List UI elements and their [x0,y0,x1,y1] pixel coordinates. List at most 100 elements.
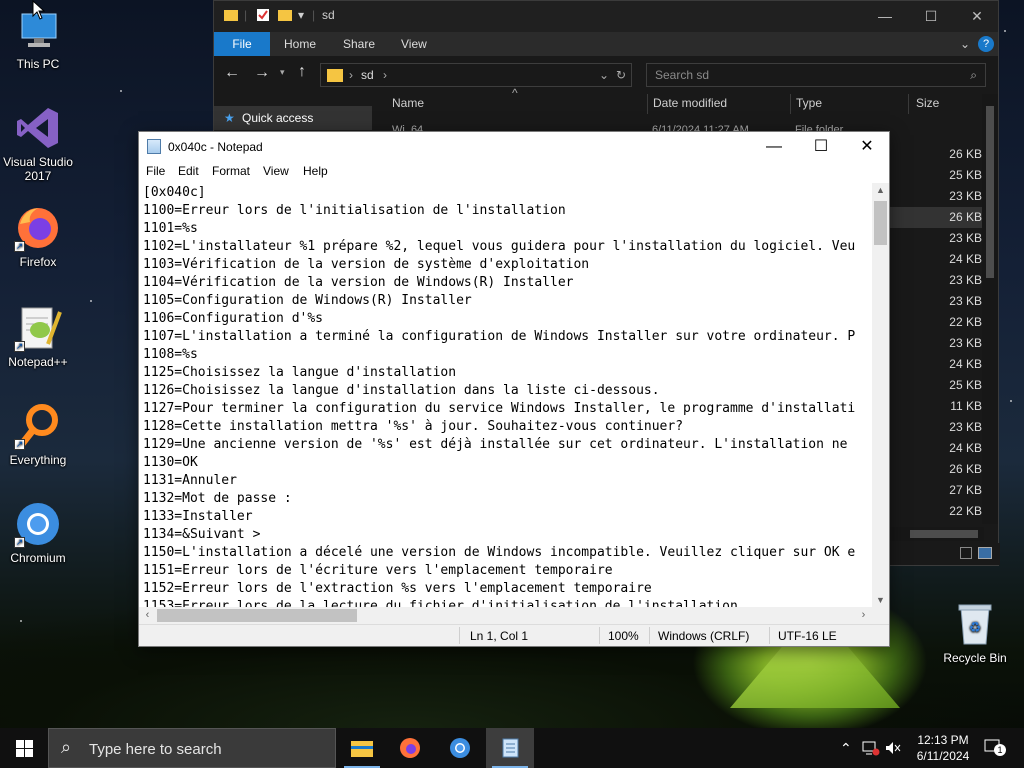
column-separator[interactable] [647,94,648,114]
notification-center-icon[interactable]: 1 [984,738,1006,758]
file-size-cell[interactable]: 25 KB [890,375,986,396]
notepad-window[interactable]: 0x040c - Notepad — ☐ ✕ File Edit Format … [138,131,890,647]
scroll-down-icon[interactable]: ▼ [872,595,889,605]
column-separator[interactable] [790,94,791,114]
details-view-icon[interactable] [960,547,972,559]
column-header-date[interactable]: Date modified [653,96,727,110]
scroll-left-icon[interactable]: ‹ [139,607,156,624]
refresh-icon[interactable]: ↻ [616,64,626,86]
explorer-horizontal-scrollbar[interactable] [874,527,984,541]
breadcrumb[interactable]: sd [361,68,374,82]
file-size-cell[interactable]: 23 KB [890,291,986,312]
back-arrow-icon[interactable]: ← [224,64,240,82]
explorer-search-input[interactable]: Search sd ⌕ [646,63,986,87]
taskbar-app-file-explorer[interactable] [338,728,386,768]
svg-text:♻: ♻ [969,620,982,636]
column-separator[interactable] [908,94,909,114]
file-size-cell[interactable]: 25 KB [890,165,986,186]
file-size-cell[interactable]: 22 KB [890,312,986,333]
notepad-vertical-scrollbar[interactable]: ▲ ▼ [872,183,889,607]
column-header-name[interactable]: Name [392,96,424,110]
menu-edit[interactable]: Edit [178,164,199,178]
taskbar-app-chromium[interactable] [436,728,484,768]
scrollbar-thumb[interactable] [986,106,994,278]
nav-item-quick-access[interactable]: ★ Quick access [214,106,372,130]
file-size-cell[interactable]: 11 KB [890,396,986,417]
desktop-icon-chromium[interactable]: ↗ Chromium [0,500,76,565]
close-button[interactable]: ✕ [844,132,890,161]
column-header-type[interactable]: Type [796,96,822,110]
recent-locations-icon[interactable]: ▾ [280,67,285,78]
close-button[interactable]: ✕ [954,1,1000,32]
menu-file[interactable]: File [146,164,165,178]
maximize-button[interactable]: ☐ [908,1,954,32]
tab-home[interactable]: Home [284,32,316,56]
customize-toolbar-icon[interactable]: ▾ [298,8,304,22]
file-size-cell[interactable]: 23 KB [890,186,986,207]
desktop-icon-notepad-plus-plus[interactable]: ↗ Notepad++ [0,304,76,369]
scroll-right-icon[interactable]: › [855,607,872,624]
explorer-titlebar[interactable]: | ▾ | sd — ☐ ✕ [214,1,998,32]
status-divider [769,627,770,644]
properties-icon[interactable] [256,8,270,25]
column-header-size[interactable]: Size [916,96,939,110]
taskbar-app-notepad[interactable] [486,728,534,768]
up-arrow-icon[interactable]: ↑ [298,63,306,81]
desktop-icon-label: This PC [16,57,60,71]
file-size-cell[interactable]: 26 KB [890,207,986,228]
file-size-cell[interactable]: 26 KB [890,459,986,480]
forward-arrow-icon[interactable]: → [254,64,270,82]
desktop-icon-everything[interactable]: ↗ Everything [0,402,76,467]
file-size-cell[interactable]: 27 KB [890,480,986,501]
file-size-cell[interactable]: 26 KB [890,144,986,165]
show-hidden-icons-chevron-icon[interactable]: ⌃ [840,728,852,768]
scrollbar-thumb[interactable] [157,609,357,622]
scrollbar-thumb[interactable] [910,530,978,538]
text-line: 1131=Annuler [143,473,237,488]
menu-view[interactable]: View [263,164,289,178]
text-line: 1133=Installer [143,509,253,524]
large-icons-view-icon[interactable] [978,547,992,559]
help-icon[interactable]: ? [978,36,994,52]
file-size-cell[interactable]: 24 KB [890,438,986,459]
text-editor-area[interactable]: [0x040c] 1100=Erreur lors de l'initialisa… [139,183,872,607]
address-bar[interactable]: › sd › ⌄ ↻ [320,63,632,87]
file-size-cell[interactable]: 24 KB [890,249,986,270]
file-size-cell[interactable]: 23 KB [890,228,986,249]
expand-ribbon-icon[interactable]: ⌄ [960,32,970,56]
taskbar-search-box[interactable]: ⌕ Type here to search [48,728,336,768]
explorer-vertical-scrollbar[interactable] [982,94,998,524]
network-icon[interactable] [862,740,880,756]
scrollbar-corner [872,607,889,624]
text-line: 1105=Configuration de Windows(R) Install… [143,293,472,308]
notepad-titlebar[interactable]: 0x040c - Notepad — ☐ ✕ [139,132,889,161]
menu-format[interactable]: Format [212,164,250,178]
chevron-down-icon[interactable]: ⌄ [599,64,609,86]
file-size-cell[interactable]: 23 KB [890,270,986,291]
tab-view[interactable]: View [401,32,427,56]
maximize-button[interactable]: ☐ [798,132,844,161]
taskbar-app-firefox[interactable] [386,728,434,768]
notepad-horizontal-scrollbar[interactable]: ‹ › [139,607,872,624]
new-folder-icon[interactable] [278,8,292,25]
file-size-cell[interactable]: 23 KB [890,333,986,354]
system-clock[interactable]: 12:13 PM 6/11/2024 [904,732,982,764]
text-line: 1128=Cette installation mettra '%s' à jo… [143,419,684,434]
file-size-cell[interactable]: 24 KB [890,354,986,375]
start-button[interactable] [0,728,48,768]
desktop-icon-visual-studio[interactable]: Visual Studio 2017 [0,104,76,183]
tab-share[interactable]: Share [343,32,375,56]
desktop-icon-recycle-bin[interactable]: ♻ Recycle Bin [937,600,1013,665]
file-size-cell[interactable]: 22 KB [890,501,986,522]
chromium-icon: ↗ [14,500,62,548]
minimize-button[interactable]: — [862,1,908,32]
minimize-button[interactable]: — [751,132,797,161]
scrollbar-thumb[interactable] [874,201,887,245]
file-size-cell[interactable]: 23 KB [890,417,986,438]
file-explorer-icon [351,741,373,757]
tab-file[interactable]: File [214,32,270,56]
scroll-up-icon[interactable]: ▲ [872,185,889,195]
volume-muted-icon[interactable] [884,740,902,756]
desktop-icon-firefox[interactable]: ↗ Firefox [0,204,76,269]
menu-help[interactable]: Help [303,164,328,178]
